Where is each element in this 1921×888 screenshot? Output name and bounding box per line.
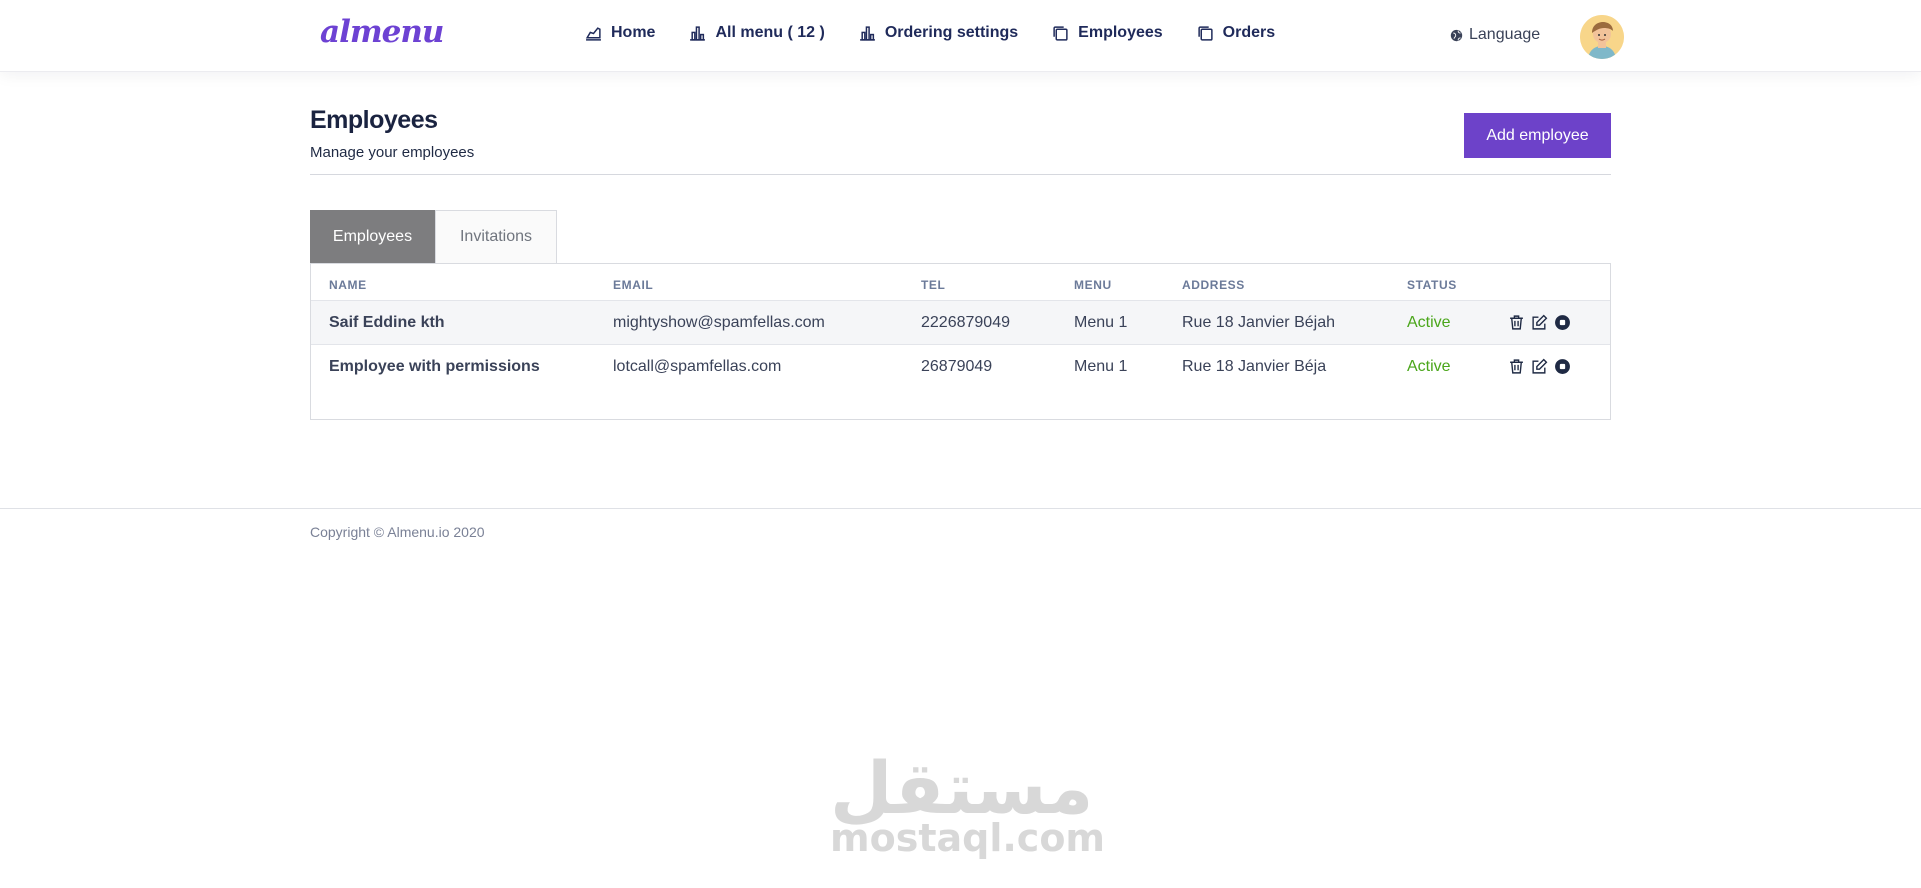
nav-item-label: Home (611, 24, 656, 41)
top-navbar: almenu Home All menu ( 12 ) Ordering set… (0, 0, 1921, 72)
watermark-arabic: مستقل (830, 746, 1094, 830)
copyright-text: Copyright © Almenu.io 2020 (310, 524, 485, 540)
globe-icon (1450, 29, 1463, 41)
employee-tel: 2226879049 (921, 314, 1010, 331)
edit-icon[interactable] (1531, 358, 1548, 375)
stop-icon[interactable] (1554, 314, 1571, 331)
table-row: Saif Eddine kth mightyshow@spamfellas.co… (311, 300, 1610, 345)
nav-item-label: Ordering settings (884, 24, 1019, 41)
column-header-address: ADDRESS (1182, 278, 1245, 292)
column-header-tel: TEL (921, 278, 946, 292)
watermark: مستقل mostaql.com (830, 746, 1106, 860)
employee-name: Employee with permissions (329, 358, 540, 375)
table-row: Employee with permissions lotcall@spamfe… (311, 345, 1610, 390)
employee-email: mightyshow@spamfellas.com (613, 314, 825, 331)
tab-invitations[interactable]: Invitations (435, 210, 557, 263)
nav-item-home[interactable]: Home (585, 24, 655, 42)
employees-table: NAME EMAIL TEL MENU ADDRESS STATUS Saif … (310, 263, 1611, 420)
nav-item-label: Orders (1222, 24, 1276, 41)
page-subtitle: Manage your employees (310, 144, 475, 161)
column-header-name: NAME (329, 278, 367, 292)
nav-item-orders[interactable]: Orders (1197, 24, 1275, 42)
page-title: Employees (310, 106, 438, 134)
employee-tel: 26879049 (921, 358, 993, 375)
column-header-email: EMAIL (613, 278, 654, 292)
status-badge: Active (1407, 314, 1451, 331)
nav-item-employees[interactable]: Employees (1052, 24, 1163, 42)
trash-icon[interactable] (1508, 358, 1525, 375)
add-employee-button[interactable]: Add employee (1464, 113, 1611, 158)
nav-item-label: All menu ( 12 ) (715, 24, 825, 41)
watermark-latin: mostaql.com (830, 816, 1106, 860)
tab-employees[interactable]: Employees (310, 210, 435, 263)
edit-icon[interactable] (1531, 314, 1548, 331)
user-avatar[interactable] (1580, 15, 1624, 59)
nav-item-ordering-settings[interactable]: Ordering settings (859, 24, 1018, 42)
bar-chart-icon (859, 25, 875, 41)
status-badge: Active (1407, 358, 1451, 375)
column-header-status: STATUS (1407, 278, 1457, 292)
brand-logo[interactable]: almenu (320, 14, 444, 50)
trash-icon[interactable] (1508, 314, 1525, 331)
employee-name: Saif Eddine kth (329, 314, 445, 331)
main-nav: Home All menu ( 12 ) Ordering settings E… (585, 24, 1275, 42)
employee-menu: Menu 1 (1074, 358, 1128, 375)
bar-chart-icon (690, 25, 706, 41)
language-label: Language (1469, 26, 1541, 43)
copy-icon (1053, 25, 1068, 41)
employee-email: lotcall@spamfellas.com (613, 358, 782, 375)
employee-menu: Menu 1 (1074, 314, 1128, 331)
row-actions (1508, 314, 1571, 331)
employee-address: Rue 18 Janvier Béja (1182, 358, 1327, 375)
stop-icon[interactable] (1554, 358, 1571, 375)
copy-icon (1198, 25, 1213, 41)
footer-divider (0, 508, 1921, 509)
column-header-menu: MENU (1074, 278, 1112, 292)
language-selector[interactable]: Language (1450, 26, 1540, 44)
nav-item-label: Employees (1078, 24, 1163, 41)
divider (310, 174, 1611, 175)
nav-item-all-menu[interactable]: All menu ( 12 ) (689, 24, 825, 42)
row-actions (1508, 358, 1571, 375)
chart-line-icon (585, 26, 601, 41)
employee-address: Rue 18 Janvier Béjah (1182, 314, 1335, 331)
